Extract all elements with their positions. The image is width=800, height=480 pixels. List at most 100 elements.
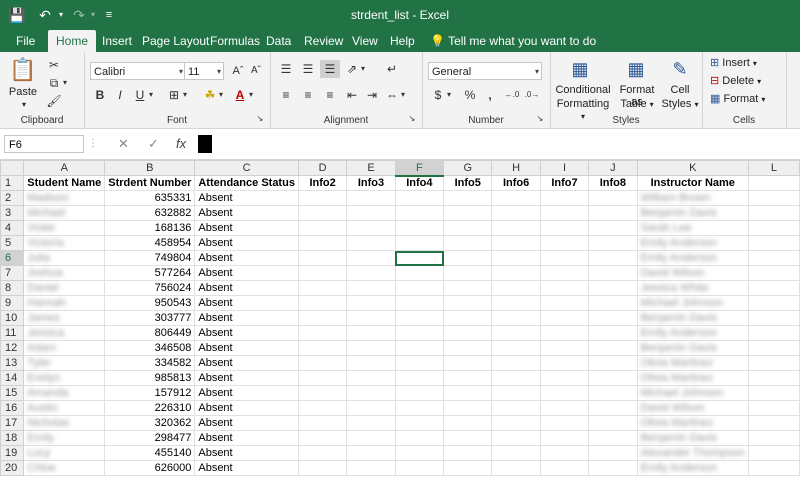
info4-cell[interactable] — [394, 235, 445, 251]
tab-home[interactable]: Home — [48, 30, 97, 52]
format-painter-icon[interactable]: 🖌 — [44, 92, 64, 110]
instructor-name-cell[interactable]: Jessica White — [636, 280, 749, 296]
more-options-icon[interactable]: ⋮ — [88, 135, 98, 153]
select-all-corner[interactable] — [0, 160, 25, 176]
row-header[interactable]: 9 — [0, 295, 25, 311]
header-cell[interactable]: Info6 — [491, 175, 541, 191]
currency-dropdown-icon[interactable]: ▾ — [444, 86, 454, 104]
empty-cell[interactable] — [747, 235, 800, 251]
attendance-status-cell[interactable]: Absent — [194, 265, 299, 281]
student-name-cell[interactable]: Hannah — [23, 295, 106, 311]
header-cell[interactable]: Info4 — [394, 175, 445, 191]
column-header-b[interactable]: B — [104, 160, 196, 176]
info8-cell[interactable] — [588, 340, 638, 356]
info3-cell[interactable] — [346, 355, 396, 371]
info5-cell[interactable] — [443, 400, 493, 416]
row-header[interactable]: 14 — [0, 370, 25, 386]
instructor-name-cell[interactable]: Olivia Martinez — [636, 370, 749, 386]
header-cell[interactable]: Info2 — [297, 175, 348, 191]
info4-cell[interactable] — [394, 325, 445, 341]
info4-cell[interactable] — [394, 250, 445, 266]
number-dialog-launcher-icon[interactable]: ↘ — [534, 110, 546, 128]
info4-cell[interactable] — [394, 400, 445, 416]
info8-cell[interactable] — [588, 235, 638, 251]
instructor-name-cell[interactable]: Emily Anderson — [636, 325, 749, 341]
student-name-cell[interactable]: Julia — [23, 250, 106, 266]
info6-cell[interactable] — [491, 385, 541, 401]
instructor-name-cell[interactable]: Benjamin Davis — [636, 340, 749, 356]
info8-cell[interactable] — [588, 265, 638, 281]
comma-button[interactable]: , — [480, 86, 500, 104]
row-header[interactable]: 4 — [0, 220, 25, 236]
font-size-select[interactable]: 11 ▾ — [184, 62, 224, 80]
cell-styles-icon[interactable]: ✎ — [668, 58, 692, 80]
info6-cell[interactable] — [491, 355, 541, 371]
student-name-cell[interactable]: Violet — [23, 220, 106, 236]
student-number-cell[interactable]: 749804 — [104, 250, 196, 266]
info7-cell[interactable] — [539, 265, 590, 281]
info4-cell[interactable] — [394, 205, 445, 221]
attendance-status-cell[interactable]: Absent — [194, 235, 299, 251]
decrease-font-icon[interactable]: Aˇ — [246, 62, 266, 80]
fill-color-dropdown-icon[interactable]: ▾ — [216, 86, 226, 104]
row-header[interactable]: 5 — [0, 235, 25, 251]
bold-icon[interactable]: B — [90, 86, 110, 104]
row-header[interactable]: 2 — [0, 190, 25, 206]
info3-cell[interactable] — [346, 205, 396, 221]
info4-cell[interactable] — [394, 310, 445, 326]
info2-cell[interactable] — [297, 460, 348, 476]
info5-cell[interactable] — [443, 460, 493, 476]
info8-cell[interactable] — [588, 250, 638, 266]
info6-cell[interactable] — [491, 415, 541, 431]
info3-cell[interactable] — [346, 250, 396, 266]
tab-data[interactable]: Data — [258, 30, 299, 52]
info4-cell[interactable] — [394, 385, 445, 401]
student-number-cell[interactable]: 985813 — [104, 370, 196, 386]
paste-dropdown-icon[interactable]: ▾ — [14, 100, 34, 109]
student-name-cell[interactable]: Austin — [23, 400, 106, 416]
student-name-cell[interactable]: Amanda — [23, 385, 106, 401]
info4-cell[interactable] — [394, 295, 445, 311]
info7-cell[interactable] — [539, 400, 590, 416]
info8-cell[interactable] — [588, 445, 638, 461]
instructor-name-cell[interactable]: Alexander Thompson — [636, 445, 749, 461]
attendance-status-cell[interactable]: Absent — [194, 460, 299, 476]
info8-cell[interactable] — [588, 280, 638, 296]
attendance-status-cell[interactable]: Absent — [194, 400, 299, 416]
info3-cell[interactable] — [346, 190, 396, 206]
column-header-k[interactable]: K — [636, 160, 749, 176]
info7-cell[interactable] — [539, 385, 590, 401]
info4-cell[interactable] — [394, 190, 445, 206]
info6-cell[interactable] — [491, 235, 541, 251]
row-header[interactable]: 3 — [0, 205, 25, 221]
student-number-cell[interactable]: 756024 — [104, 280, 196, 296]
info6-cell[interactable] — [491, 295, 541, 311]
attendance-status-cell[interactable]: Absent — [194, 325, 299, 341]
student-name-cell[interactable]: Michael — [23, 205, 106, 221]
header-cell[interactable]: Instructor Name — [636, 175, 749, 191]
empty-cell[interactable] — [747, 355, 800, 371]
student-name-cell[interactable]: Nicholas — [23, 415, 106, 431]
empty-cell[interactable] — [747, 460, 800, 476]
info8-cell[interactable] — [588, 385, 638, 401]
info2-cell[interactable] — [297, 250, 348, 266]
empty-cell[interactable] — [747, 325, 800, 341]
empty-cell[interactable] — [747, 295, 800, 311]
info5-cell[interactable] — [443, 445, 493, 461]
insert-cells-button[interactable]: ⊞ Insert ▾ — [710, 56, 784, 69]
info7-cell[interactable] — [539, 190, 590, 206]
info7-cell[interactable] — [539, 430, 590, 446]
info4-cell[interactable] — [394, 220, 445, 236]
info2-cell[interactable] — [297, 340, 348, 356]
info6-cell[interactable] — [491, 310, 541, 326]
info8-cell[interactable] — [588, 415, 638, 431]
format-cells-button[interactable]: ▦ Format ▾ — [710, 92, 784, 105]
instructor-name-cell[interactable]: David Wilson — [636, 400, 749, 416]
attendance-status-cell[interactable]: Absent — [194, 220, 299, 236]
bottom-align-icon[interactable]: ☰ — [320, 60, 340, 78]
info6-cell[interactable] — [491, 250, 541, 266]
info3-cell[interactable] — [346, 385, 396, 401]
row-header[interactable]: 17 — [0, 415, 25, 431]
info4-cell[interactable] — [394, 355, 445, 371]
row-header[interactable]: 13 — [0, 355, 25, 371]
